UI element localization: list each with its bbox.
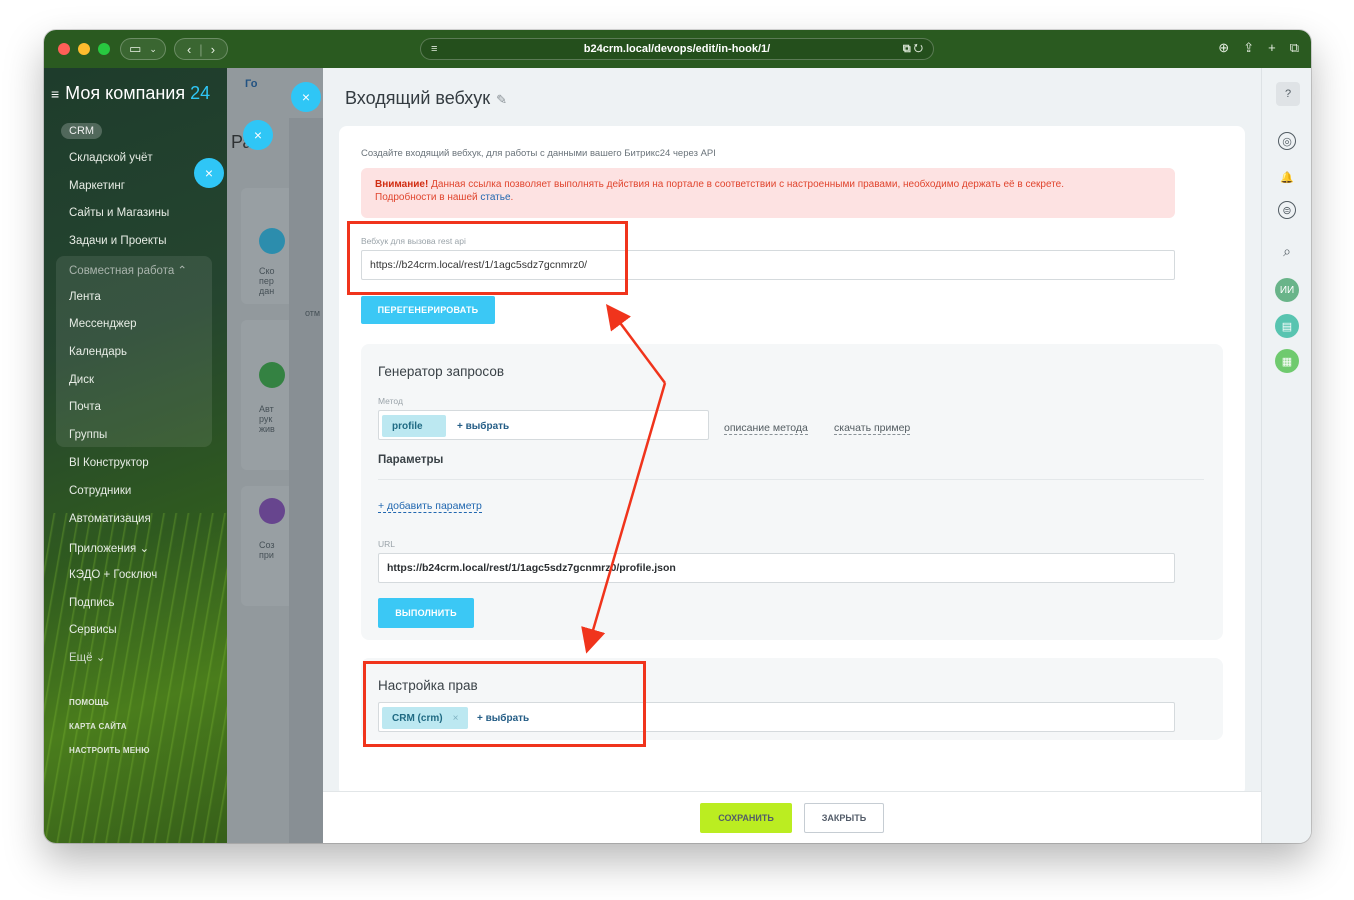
run-button[interactable]: ВЫПОЛНИТЬ <box>378 598 474 628</box>
zoom-window-button[interactable] <box>98 43 110 55</box>
alert-bold: Внимание! <box>375 179 429 190</box>
sidebar-item[interactable]: Приложения ⌄ <box>69 541 149 555</box>
url-label: URL <box>378 539 396 549</box>
new-tab-icon[interactable]: + <box>1268 40 1276 56</box>
method-select-link[interactable]: + выбрать <box>457 415 509 437</box>
url-text: b24crm.local/devops/edit/in-hook/1/ <box>583 43 771 55</box>
sidebar-item[interactable]: Совместная работа ⌃ <box>69 263 187 277</box>
toolbar-actions: ⊕ ⇪ + ⧉ <box>1218 40 1299 56</box>
sidebar-item[interactable]: Календарь <box>69 346 127 358</box>
sidebar-item[interactable]: Подпись <box>69 597 115 609</box>
history-nav[interactable]: ‹ | › <box>174 38 228 60</box>
generated-url-field[interactable]: https://b24crm.local/rest/1/1agc5sdz7gcn… <box>378 553 1175 583</box>
reload-icon[interactable]: ⧉ ↻ <box>903 43 923 56</box>
sidebar-icon: ▭ <box>129 41 142 56</box>
sidebar-item[interactable]: Лента <box>69 291 101 303</box>
sidebar-help-link[interactable]: ПОМОЩЬ <box>69 698 109 707</box>
close-icon: × <box>301 89 311 105</box>
company-suffix: 24 <box>190 83 211 103</box>
browser-window: ▭ ⌄ ‹ | › ≡ b24crm.local/devops/edit/in-hoo… <box>44 30 1311 843</box>
close-icon: × <box>204 165 214 181</box>
company-logo[interactable]: ≡ Моя компания 24 <box>51 83 210 104</box>
menu-icon[interactable]: ≡ <box>51 86 59 102</box>
params-title: Параметры <box>378 454 444 466</box>
chat-icon[interactable]: ▤ <box>1275 314 1299 338</box>
sidebar-item[interactable]: Маркетинг <box>69 180 125 192</box>
sidebar-configure-menu-link[interactable]: НАСТРОИТЬ МЕНЮ <box>69 746 150 755</box>
alert-line2: Подробности в нашей <box>375 192 481 203</box>
sidebar-item[interactable]: Мессенджер <box>69 318 137 330</box>
alert-end: . <box>510 192 514 203</box>
download-example-link[interactable]: скачать пример <box>834 422 911 435</box>
panel-footer: СОХРАНИТЬ ЗАКРЫТЬ <box>323 791 1261 843</box>
sidebar-item[interactable]: Диск <box>69 374 94 386</box>
page-title-text: Входящий вебхук <box>345 88 491 108</box>
bell-icon[interactable]: 🔔 <box>1276 166 1298 188</box>
avatar[interactable]: ИИ <box>1275 278 1299 302</box>
sidebar-background-image <box>44 513 227 843</box>
edit-pencil-icon[interactable]: ✎ <box>496 92 507 107</box>
sidebar-item[interactable]: Сайты и Магазины <box>69 207 169 219</box>
company-name: Моя компания <box>65 83 186 103</box>
notes-icon[interactable]: ▦ <box>1275 349 1299 373</box>
sidebar-item[interactable]: КЭДО + Госключ <box>69 569 157 581</box>
request-generator-section: Генератор запросов Метод profile + выбра… <box>361 344 1223 640</box>
method-selector[interactable]: profile + выбрать <box>378 410 709 440</box>
annotation-box-webhook <box>347 221 628 295</box>
page-title: Входящий вебхук ✎ <box>345 88 507 109</box>
back-arrow-icon[interactable]: ‹ <box>187 42 191 57</box>
forward-arrow-icon[interactable]: › <box>211 42 215 57</box>
alert-text: Данная ссылка позволяет выполнять действ… <box>428 179 1064 190</box>
add-parameter-link[interactable]: + добавить параметр <box>378 500 482 513</box>
generator-title: Генератор запросов <box>378 364 505 379</box>
right-rail: ? ◎ 🔔 ⊜ ⌕ ИИ ▤ ▦ <box>1261 68 1311 843</box>
chevron-down-icon: ⌄ <box>149 43 157 54</box>
close-button[interactable]: ЗАКРЫТЬ <box>804 803 884 833</box>
sidebar-item[interactable]: Группы <box>69 429 107 441</box>
tabs-overview-icon[interactable]: ⧉ <box>1290 40 1299 56</box>
sidebar-item[interactable]: Сотрудники <box>69 485 131 497</box>
sidebar-item[interactable]: Складской учёт <box>69 152 153 164</box>
save-button[interactable]: СОХРАНИТЬ <box>700 803 792 833</box>
sidebar-item[interactable]: Ещё ⌄ <box>69 650 105 664</box>
alert-article-link[interactable]: статье <box>480 192 510 203</box>
window-controls <box>58 43 110 55</box>
close-background-slider-button[interactable]: × <box>243 120 273 150</box>
close-icon: × <box>253 127 263 143</box>
copilot-icon[interactable]: ◎ <box>1278 132 1296 150</box>
close-window-button[interactable] <box>58 43 70 55</box>
sidebar-toggle-button[interactable]: ▭ ⌄ <box>120 38 166 60</box>
close-panel-button[interactable]: × <box>291 82 321 112</box>
close-background-slider-button[interactable]: × <box>194 158 224 188</box>
chat-search-icon[interactable]: ⊜ <box>1278 201 1296 219</box>
page-settings-icon[interactable]: ≡ <box>431 43 437 55</box>
annotation-box-rights <box>363 661 646 747</box>
form-hint: Создайте входящий вебхук, для работы с д… <box>361 148 716 159</box>
method-label: Метод <box>378 396 403 406</box>
sidebar-item-crm[interactable]: CRM <box>61 123 103 139</box>
regenerate-button[interactable]: ПЕРЕГЕНЕРИРОВАТЬ <box>361 296 495 324</box>
params-divider <box>378 479 1204 480</box>
method-description-link[interactable]: описание метода <box>724 422 808 435</box>
sidebar-item[interactable]: Сервисы <box>69 624 117 636</box>
browser-toolbar: ▭ ⌄ ‹ | › ≡ b24crm.local/devops/edit/in-hoo… <box>44 30 1311 68</box>
sidebar-item[interactable]: Задачи и Проекты <box>69 235 167 247</box>
share-icon[interactable]: ⇪ <box>1243 40 1254 56</box>
modal-overlay[interactable] <box>227 68 323 843</box>
security-alert: Внимание! Данная ссылка позволяет выполн… <box>361 168 1175 218</box>
method-chip[interactable]: profile <box>382 415 446 437</box>
sidebar-item[interactable]: Почта <box>69 401 101 413</box>
download-icon[interactable]: ⊕ <box>1218 40 1229 56</box>
sidebar-item[interactable]: Автоматизация <box>69 513 151 525</box>
search-icon[interactable]: ⌕ <box>1276 240 1298 262</box>
help-icon[interactable]: ? <box>1276 82 1300 106</box>
sidebar-sitemap-link[interactable]: КАРТА САЙТА <box>69 722 127 731</box>
address-bar[interactable]: ≡ b24crm.local/devops/edit/in-hook/1/ ⧉ … <box>420 38 934 60</box>
minimize-window-button[interactable] <box>78 43 90 55</box>
sidebar-item[interactable]: BI Конструктор <box>69 457 149 469</box>
